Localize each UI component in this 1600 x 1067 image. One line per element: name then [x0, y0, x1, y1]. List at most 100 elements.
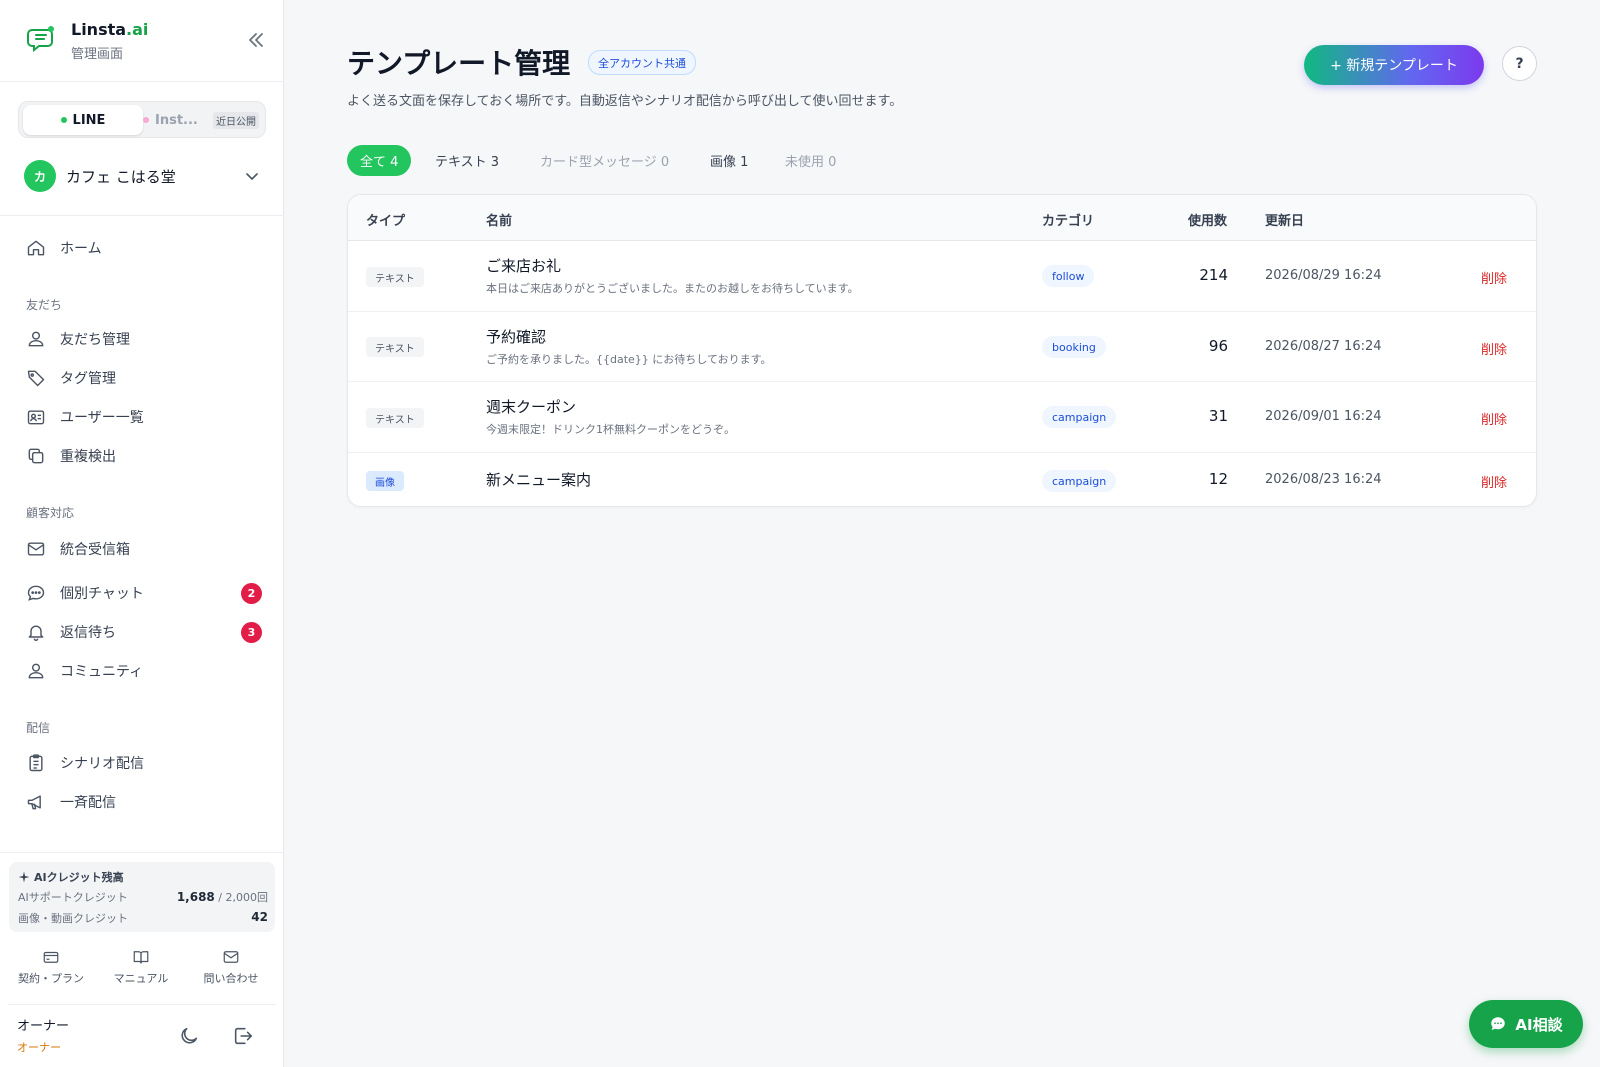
unread-badge: 2: [241, 582, 262, 604]
mail-icon: [223, 951, 239, 963]
table-row[interactable]: テキスト 予約確認 ご予約を承りました。{{date}} にお待ちしております。…: [348, 312, 1536, 382]
section-label-delivery: 配信: [26, 721, 51, 735]
account-selector[interactable]: カ カフェ こはる堂: [24, 160, 260, 192]
updated-date: 2026/08/27 16:24: [1265, 339, 1382, 354]
template-name: ご来店お礼: [486, 257, 562, 275]
credits-support-row: AIサポートクレジット 1,688 / 2,000回: [18, 889, 268, 905]
ai-consult-button[interactable]: AI相談: [1469, 1000, 1583, 1048]
contact-link[interactable]: 問い合わせ: [188, 948, 274, 986]
usage-count: 31: [1208, 407, 1228, 425]
sidebar-item-duplicates[interactable]: 重複検出: [26, 442, 262, 470]
sidebar-item-scenario[interactable]: シナリオ配信: [26, 749, 262, 777]
tag-icon: [27, 370, 45, 387]
sidebar-item-label: 個別チャット: [60, 586, 144, 602]
sidebar-item-home[interactable]: ホーム: [26, 234, 262, 262]
sidebar-item-friends[interactable]: 友だち管理: [26, 325, 262, 353]
sparkle-icon: [18, 871, 30, 883]
coming-soon-badge: 近日公開: [213, 112, 259, 129]
credits-media-row: 画像・動画クレジット 42: [18, 910, 268, 926]
category-chip: booking: [1042, 336, 1106, 358]
channel-instagram-tab[interactable]: Inst...: [143, 105, 207, 135]
filter-tab-unused[interactable]: 未使用 0: [772, 145, 849, 176]
template-preview: ご予約を承りました。{{date}} にお待ちしております。: [486, 353, 772, 366]
ai-credits-panel: AIクレジット残高 AIサポートクレジット 1,688 / 2,000回 画像・…: [9, 862, 275, 932]
channel-switch: LINE Inst... 近日公開: [18, 101, 266, 138]
help-button[interactable]: ?: [1502, 46, 1537, 81]
sidebar-item-inbox[interactable]: 統合受信箱: [26, 535, 262, 563]
brand-header: Linsta.ai 管理画面: [0, 0, 284, 82]
manual-link[interactable]: マニュアル: [98, 948, 184, 986]
table-row[interactable]: 画像 新メニュー案内 campaign 12 2026/08/23 16:24 …: [348, 453, 1536, 506]
type-chip: テキスト: [366, 337, 424, 357]
new-template-button[interactable]: + 新規テンプレート: [1304, 45, 1484, 85]
credits-support-label: AIサポートクレジット: [18, 891, 128, 904]
channel-line-tab[interactable]: LINE: [23, 105, 143, 135]
table-row[interactable]: テキスト 週末クーポン 今週末限定！ドリンク1杯無料クーポンをどうぞ。 camp…: [348, 382, 1536, 453]
sidebar-item-awaiting[interactable]: 返信待ち 3: [26, 618, 262, 646]
column-header-category: カテゴリ: [1042, 214, 1095, 229]
collapse-sidebar-icon[interactable]: [244, 28, 268, 52]
moon-icon[interactable]: [178, 1025, 200, 1047]
delete-button[interactable]: 削除: [1481, 472, 1507, 491]
delete-button[interactable]: 削除: [1481, 339, 1507, 358]
chat-bubble-icon: [27, 585, 45, 601]
filter-tab-image[interactable]: 画像 1: [697, 145, 761, 176]
table-row[interactable]: テキスト ご来店お礼 本日はご来店ありがとうございました。またのお越しをお待ちし…: [348, 241, 1536, 312]
plan-link-label: 契約・プラン: [18, 972, 84, 985]
filter-tab-text[interactable]: テキスト 3: [422, 145, 512, 176]
sidebar-item-label: タグ管理: [60, 371, 116, 387]
updated-date: 2026/08/29 16:24: [1265, 268, 1382, 283]
sidebar-item-label: コミュニティ: [60, 664, 144, 680]
logout-icon[interactable]: [232, 1025, 254, 1047]
credits-media-label: 画像・動画クレジット: [18, 912, 128, 925]
sidebar-item-tags[interactable]: タグ管理: [26, 364, 262, 392]
sidebar: Linsta.ai 管理画面 LINE Inst... 近日公開 カ カフェ こ…: [0, 0, 284, 1067]
divider: [8, 1004, 276, 1005]
users-icon: [28, 331, 44, 347]
credits-media-value: 42: [251, 910, 268, 924]
column-header-usage: 使用数: [1188, 214, 1228, 229]
sidebar-item-label: シナリオ配信: [60, 756, 144, 772]
sidebar-item-label: 一斉配信: [60, 795, 116, 811]
bell-icon: [28, 625, 44, 641]
delete-button[interactable]: 削除: [1481, 268, 1507, 287]
sidebar-item-users[interactable]: ユーザー一覧: [26, 403, 262, 431]
category-chip: campaign: [1042, 470, 1117, 492]
chat-bubble-icon: [1491, 1017, 1506, 1030]
template-preview: 本日はご来店ありがとうございました。またのお越しをお待ちしています。: [486, 282, 859, 295]
delete-button[interactable]: 削除: [1481, 409, 1507, 428]
sidebar-item-broadcast[interactable]: 一斉配信: [26, 788, 262, 816]
filter-tab-all[interactable]: 全て 4: [347, 145, 412, 176]
template-preview: 今週末限定！ドリンク1杯無料クーポンをどうぞ。: [486, 423, 735, 436]
filter-tab-card[interactable]: カード型メッセージ 0: [527, 145, 682, 176]
plan-link[interactable]: 契約・プラン: [8, 948, 94, 986]
brand-subtitle: 管理画面: [71, 47, 124, 62]
mail-icon: [27, 542, 45, 556]
sidebar-item-community[interactable]: コミュニティ: [26, 657, 262, 685]
type-chip: 画像: [366, 471, 404, 491]
megaphone-icon: [27, 795, 41, 810]
manual-link-label: マニュアル: [113, 972, 169, 985]
sidebar-item-label: 重複検出: [60, 449, 116, 465]
status-dot-icon: [143, 117, 149, 123]
usage-count: 96: [1208, 337, 1228, 355]
sidebar-item-chat[interactable]: 個別チャット 2: [26, 579, 262, 607]
sidebar-nav: ホーム 友だち 友だち管理 タグ管理 ユーザー一覧 重複検出 顧客対応 統合受信…: [0, 216, 284, 852]
footer-links: 契約・プラン マニュアル 問い合わせ: [8, 948, 276, 992]
scope-badge: 全アカウント共通: [588, 50, 696, 75]
home-icon: [27, 240, 45, 256]
table-header: タイプ 名前 カテゴリ 使用数 更新日: [348, 195, 1536, 241]
copy-icon: [28, 448, 44, 464]
credit-card-icon: [43, 951, 59, 963]
type-chip: テキスト: [366, 408, 424, 428]
updated-date: 2026/08/23 16:24: [1265, 472, 1382, 487]
divider: [0, 852, 284, 853]
community-icon: [28, 663, 44, 679]
section-label-support: 顧客対応: [26, 506, 75, 520]
column-header-updated: 更新日: [1265, 214, 1305, 229]
column-header-type: タイプ: [366, 214, 406, 229]
sidebar-item-label: 友だち管理: [60, 332, 130, 348]
sidebar-item-label: ホーム: [60, 241, 102, 257]
page-title: テンプレート管理: [347, 47, 571, 80]
updated-date: 2026/09/01 16:24: [1265, 409, 1382, 424]
